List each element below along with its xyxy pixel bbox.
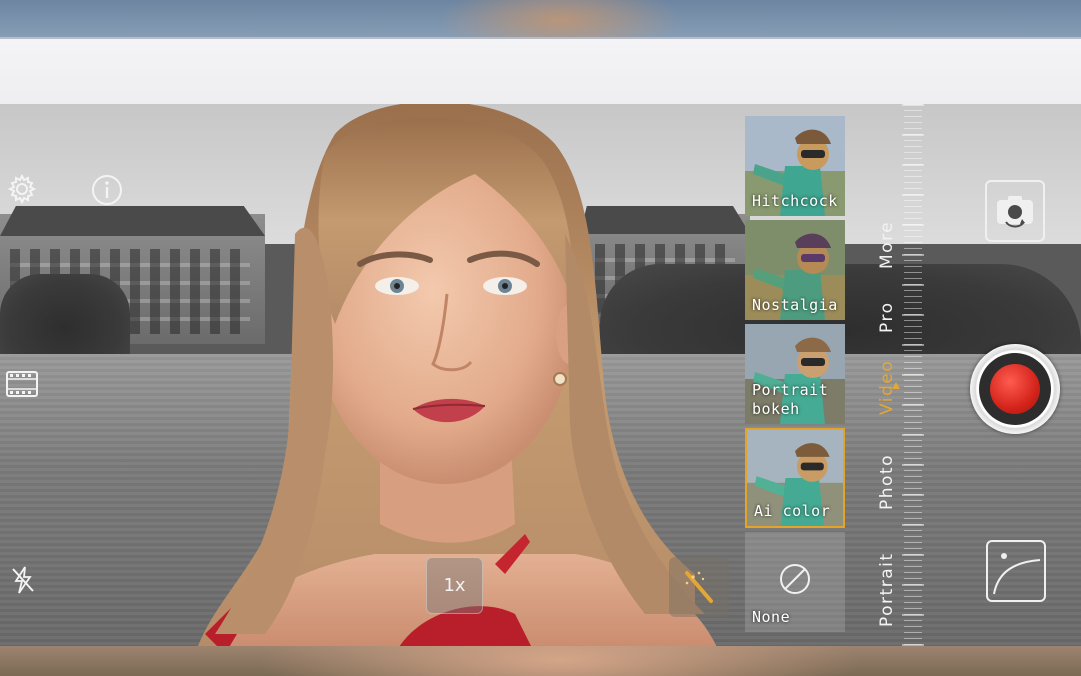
switch-camera-icon <box>997 196 1033 228</box>
filter-hitchcock[interactable]: Hitchcock <box>745 116 845 216</box>
filter-strip: Hitchcock Nostalgia Portrait bokeh Ai co… <box>745 116 845 632</box>
filter-label: Nostalgia <box>752 296 838 314</box>
filter-nostalgia[interactable]: Nostalgia <box>745 220 845 320</box>
mode-more[interactable]: More <box>877 221 897 269</box>
zoom-ruler-major-ticks <box>900 104 926 646</box>
camera-viewfinder[interactable]: 1x Hitchcock Nostalgia Portrait bokeh Ai… <box>0 104 1081 646</box>
filmstrip-icon <box>6 371 38 397</box>
filter-portrait-bokeh[interactable]: Portrait bokeh <box>745 324 845 424</box>
filter-ai-color[interactable]: Ai color <box>745 428 845 528</box>
mode-portrait[interactable]: Portrait <box>877 553 897 628</box>
filter-label: Portrait bokeh <box>752 381 829 418</box>
mode-pro[interactable]: Pro <box>877 302 897 333</box>
filter-label: Ai color <box>754 502 831 520</box>
no-filter-icon <box>780 564 810 594</box>
zoom-label: 1x <box>443 575 466 596</box>
magic-wand-icon <box>685 571 713 603</box>
gallery-icon <box>993 553 1041 595</box>
settings-button[interactable] <box>5 172 39 206</box>
filmstrip-button[interactable] <box>4 368 40 400</box>
record-icon <box>990 364 1040 414</box>
mode-photo[interactable]: Photo <box>877 454 897 510</box>
scene-trees-left <box>0 274 130 364</box>
flash-toggle-button[interactable] <box>8 564 38 596</box>
switch-camera-button[interactable] <box>985 180 1045 242</box>
gallery-thumbnail[interactable] <box>986 540 1046 602</box>
filter-label: Hitchcock <box>752 192 838 210</box>
zoom-button[interactable]: 1x <box>426 557 483 614</box>
filter-label: None <box>752 608 791 626</box>
mode-selector: More Pro Video Photo Portrait <box>852 104 907 646</box>
record-button[interactable] <box>970 344 1060 434</box>
filter-none[interactable]: None <box>745 532 845 632</box>
magic-wand-button[interactable] <box>669 557 729 617</box>
gear-icon <box>7 173 37 205</box>
flash-off-icon <box>12 566 34 594</box>
info-button[interactable] <box>90 173 124 207</box>
phone-frame: 1x Hitchcock Nostalgia Portrait bokeh Ai… <box>0 37 1081 646</box>
info-icon <box>92 175 122 205</box>
record-button-ring <box>979 353 1051 425</box>
